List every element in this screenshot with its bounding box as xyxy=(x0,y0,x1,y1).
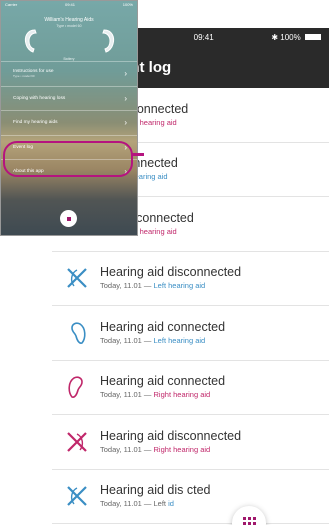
log-title: Hearing aid dis cted xyxy=(100,483,211,498)
menu-item-label: Find my hearing aids xyxy=(13,120,58,126)
log-subtitle: Today, 11.01 — Right hearing aid xyxy=(100,389,225,400)
log-title: Hearing aid connected xyxy=(100,319,226,334)
log-side: Right hearing aid xyxy=(153,444,211,454)
log-item[interactable]: Hearing aid connected Today, 11.01 — Righ… xyxy=(52,361,329,415)
menu-item-sub: Type • model 60 xyxy=(13,74,35,79)
highlight-connector xyxy=(132,153,144,156)
log-date: Today, 11.01 — xyxy=(100,444,154,454)
event-log-highlight xyxy=(3,141,133,177)
log-side: Right hearing aid xyxy=(153,390,211,400)
status-time: 09:41 xyxy=(193,32,214,42)
log-date: Today, 11.01 — xyxy=(100,281,154,291)
right-hearing-aid-icon xyxy=(102,29,115,53)
menu-item-label: Coping with hearing loss xyxy=(13,95,66,101)
bluetooth-icon: ✱ xyxy=(271,32,281,42)
log-subtitle: Today, 11.01 — Left hearing aid xyxy=(100,335,225,346)
log-date: Today, 11.01 — xyxy=(100,390,154,400)
hearing-aid-disconnected-left-icon xyxy=(67,486,87,507)
log-subtitle: Today, 11.01 — Right hearing aid xyxy=(100,444,241,455)
log-date: Today, 11.01 — Left xyxy=(100,499,167,509)
log-item[interactable]: Hearing aid disconnected Today, 11.01 — R… xyxy=(52,415,329,470)
hearing-aid-disconnected-left-icon xyxy=(67,268,87,289)
log-item[interactable]: Hearing aid dis cted Today, 11.01 — Left … xyxy=(52,470,329,524)
front-title: William's Hearing Aids xyxy=(44,17,94,23)
hearing-aid-left-icon xyxy=(71,322,86,344)
grid-icon xyxy=(66,216,71,221)
log-subtitle: Today, 11.01 — Left hearing aid xyxy=(100,280,241,291)
log-text: Hearing aid dis cted Today, 11.01 — Left … xyxy=(100,483,210,509)
log-title: Hearing aid disconnected xyxy=(100,428,242,443)
menu-item-instructions-for-use[interactable]: Instructions for use Type • model 60 › xyxy=(1,61,137,86)
log-text: Hearing aid connected Today, 11.01 — Righ… xyxy=(100,374,225,400)
log-item[interactable]: Hearing aid connected Today, 11.01 — Left… xyxy=(52,306,329,361)
log-text: Hearing aid disconnected Today, 11.01 — L… xyxy=(100,265,241,291)
log-text: Hearing aid connected Today, 11.01 — Left… xyxy=(100,320,225,346)
menu-item-label: Instructions for use Type • model 60 xyxy=(13,69,54,79)
chevron-right-icon: › xyxy=(124,118,127,128)
battery-icon xyxy=(304,34,321,41)
front-menu-fab-button[interactable] xyxy=(60,210,77,227)
log-side: Left hearing aid xyxy=(153,335,206,345)
hearing-aid-disconnected-right-icon xyxy=(67,431,87,452)
log-item[interactable]: Hearing aid disconnected Today, 11.01 — L… xyxy=(52,252,329,306)
left-hearing-aid-icon xyxy=(24,29,37,53)
home-screen-thumbnail: Carrier 09:41 100% William's Hearing Aid… xyxy=(0,0,138,236)
log-date: Today, 11.01 — xyxy=(100,335,154,345)
menu-item-coping-with-hearing-loss[interactable]: Coping with hearing loss › xyxy=(1,85,137,111)
log-subtitle: Today, 11.01 — Left id xyxy=(100,498,210,509)
menu-item-find-my-hearing-aids[interactable]: Find my hearing aids › xyxy=(1,110,137,135)
log-text: Hearing aid disconnected Today, 11.01 — R… xyxy=(100,429,241,455)
chevron-right-icon: › xyxy=(124,69,127,79)
hearing-aid-right-icon xyxy=(68,376,83,399)
log-title: Hearing aid connected xyxy=(100,374,226,389)
front-status-bar: Carrier 09:41 100% xyxy=(5,2,133,7)
status-battery: ✱ 100% xyxy=(271,33,321,42)
chevron-right-icon: › xyxy=(124,93,127,103)
log-side: Left hearing aid xyxy=(153,281,206,291)
grid-icon xyxy=(242,516,256,525)
log-title: Hearing aid disconnected xyxy=(100,265,242,280)
log-side: id xyxy=(166,499,174,509)
